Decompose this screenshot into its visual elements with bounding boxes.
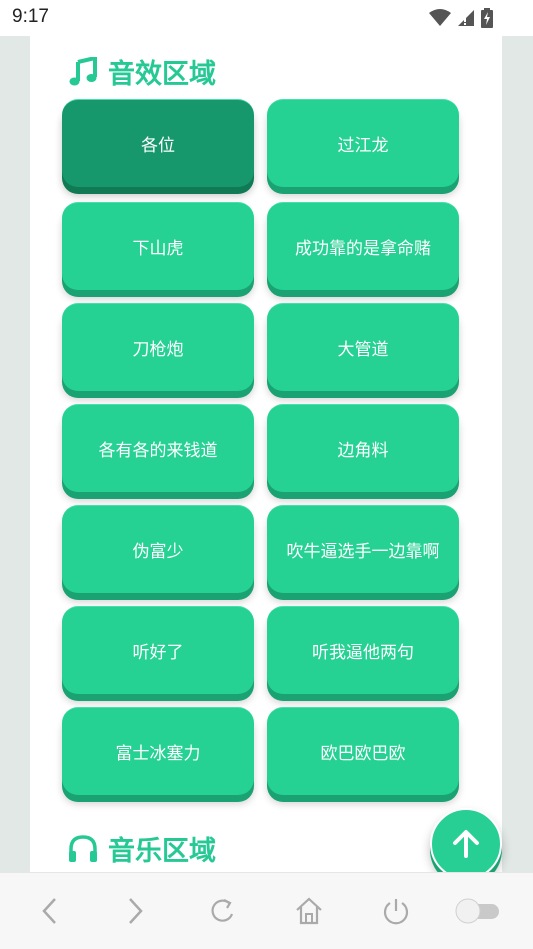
home-button[interactable] [291, 893, 327, 929]
sound-button-label: 听好了 [132, 643, 184, 663]
sound-button[interactable]: 听好了 [62, 606, 254, 694]
sound-button-label: 各位 [141, 136, 175, 156]
sound-button-label: 欧巴欧巴欧 [320, 744, 406, 764]
sound-button[interactable]: 听我逼他两句 [267, 606, 459, 694]
power-button[interactable] [378, 893, 414, 929]
back-icon [42, 898, 56, 924]
power-icon [383, 899, 409, 925]
sound-button-label: 刀枪炮 [132, 340, 184, 360]
sound-button[interactable]: 欧巴欧巴欧 [267, 707, 459, 795]
sound-button-label: 下山虎 [132, 239, 184, 259]
sound-button[interactable]: 吹牛逼选手一边靠啊 [267, 505, 459, 593]
sound-button[interactable]: 伪富少 [62, 505, 254, 593]
toggle-switch[interactable] [455, 893, 501, 929]
sound-button-label: 各有各的来钱道 [98, 441, 218, 461]
signal-icon [458, 10, 474, 26]
sound-button[interactable]: 各位 [62, 99, 254, 187]
wifi-icon [429, 9, 451, 26]
refresh-button[interactable] [205, 893, 241, 929]
sound-button[interactable]: 成功靠的是拿命赌 [267, 202, 459, 290]
section-title-text: 音效区域 [108, 59, 216, 90]
arrow-up-icon [453, 830, 479, 858]
forward-icon [129, 898, 143, 924]
sound-button-label: 边角料 [337, 441, 389, 461]
home-icon [296, 897, 322, 925]
status-icons [429, 8, 493, 28]
sound-button[interactable]: 下山虎 [62, 202, 254, 290]
sound-button[interactable]: 各有各的来钱道 [62, 404, 254, 492]
status-bar: 9:17 [0, 0, 533, 36]
toggle-switch-icon [455, 898, 499, 924]
section-title-sound-effects: 音效区域 [68, 52, 216, 91]
sound-button-label: 大管道 [337, 340, 389, 360]
sound-button[interactable]: 大管道 [267, 303, 459, 391]
headphones-icon [69, 834, 97, 862]
scroll-to-top-button[interactable] [430, 808, 502, 880]
bottom-nav-bar [0, 872, 533, 949]
page-background: 音效区域 各位 过江龙下山虎 成功靠的是拿命赌刀枪炮 大管道各有各的来钱道 边角料伪富少… [0, 36, 533, 880]
sound-button-label: 过江龙 [337, 136, 389, 156]
status-time: 9:17 [12, 6, 49, 27]
sound-button[interactable]: 边角料 [267, 404, 459, 492]
back-button[interactable] [32, 893, 68, 929]
refresh-icon [211, 899, 234, 922]
music-note-icon [69, 56, 97, 85]
sound-button-label: 吹牛逼选手一边靠啊 [286, 542, 440, 562]
section-title-text: 音乐区域 [108, 836, 216, 867]
sound-button[interactable]: 刀枪炮 [62, 303, 254, 391]
sound-button[interactable]: 过江龙 [267, 99, 459, 187]
sound-button[interactable]: 富士冰塞力 [62, 707, 254, 795]
sound-button-label: 成功靠的是拿命赌 [295, 239, 431, 259]
content-panel: 音效区域 各位 过江龙下山虎 成功靠的是拿命赌刀枪炮 大管道各有各的来钱道 边角料伪富少… [30, 36, 502, 872]
battery-icon [481, 8, 493, 28]
sound-button-label: 听我逼他两句 [312, 643, 414, 663]
sound-button-label: 伪富少 [132, 542, 184, 562]
sound-button-label: 富士冰塞力 [115, 744, 201, 764]
forward-button[interactable] [117, 893, 153, 929]
section-title-music: 音乐区域 [68, 829, 216, 868]
